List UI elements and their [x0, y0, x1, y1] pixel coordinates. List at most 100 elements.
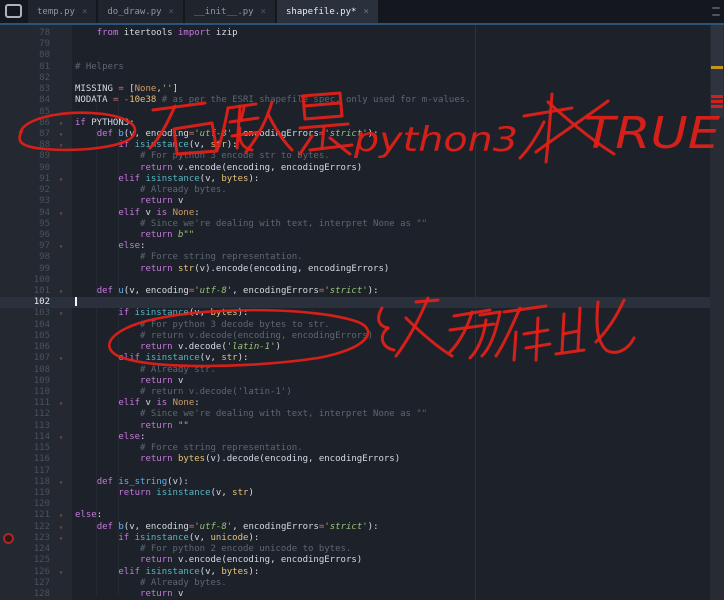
line-number[interactable]: 81 [16, 62, 50, 73]
fold-arrow-icon[interactable]: ▾ [50, 118, 72, 129]
code-line-110[interactable]: 110 # return v.decode('latin-1') [0, 387, 710, 398]
line-number[interactable]: 96 [16, 230, 50, 241]
tab-shapefile-py[interactable]: shapefile.py*× [277, 0, 378, 23]
tab-close-icon[interactable]: × [363, 7, 368, 17]
line-number[interactable]: 100 [16, 275, 50, 286]
line-number[interactable]: 94 [16, 208, 50, 219]
line-number[interactable]: 124 [16, 544, 50, 555]
code-line-99[interactable]: 99 return str(v).encode(encoding, encodi… [0, 264, 710, 275]
code-line-95[interactable]: 95 # Since we're dealing with text, inte… [0, 219, 710, 230]
line-number[interactable]: 85 [16, 107, 50, 118]
line-number[interactable]: 108 [16, 365, 50, 376]
code-line-116[interactable]: 116 return bytes(v).decode(encoding, enc… [0, 454, 710, 465]
tab-close-icon[interactable]: × [261, 7, 266, 17]
line-number[interactable]: 90 [16, 163, 50, 174]
line-number[interactable]: 88 [16, 140, 50, 151]
line-number[interactable]: 111 [16, 398, 50, 409]
line-number[interactable]: 127 [16, 578, 50, 589]
code-line-86[interactable]: 86▾if PYTHON3: [0, 118, 710, 129]
code-line-94[interactable]: 94▾ elif v is None: [0, 208, 710, 219]
fold-arrow-icon[interactable]: ▾ [50, 510, 72, 521]
code-line-109[interactable]: 109 return v [0, 376, 710, 387]
code-line-88[interactable]: 88▾ if isinstance(v, str): [0, 140, 710, 151]
line-number[interactable]: 97 [16, 241, 50, 252]
code-line-114[interactable]: 114▾ else: [0, 432, 710, 443]
code-line-127[interactable]: 127 # Already bytes. [0, 578, 710, 589]
line-number[interactable]: 119 [16, 488, 50, 499]
code-line-78[interactable]: 78 from itertools import izip [0, 28, 710, 39]
line-number[interactable]: 116 [16, 454, 50, 465]
line-number[interactable]: 99 [16, 264, 50, 275]
code-line-101[interactable]: 101▾ def u(v, encoding='utf-8', encoding… [0, 286, 710, 297]
code-line-97[interactable]: 97▾ else: [0, 241, 710, 252]
line-number[interactable]: 95 [16, 219, 50, 230]
line-number[interactable]: 106 [16, 342, 50, 353]
code-line-83[interactable]: 83MISSING = [None,''] [0, 84, 710, 95]
line-number[interactable]: 107 [16, 353, 50, 364]
code-line-91[interactable]: 91▾ elif isinstance(v, bytes): [0, 174, 710, 185]
line-number[interactable]: 125 [16, 555, 50, 566]
fold-arrow-icon[interactable]: ▾ [50, 522, 72, 533]
line-number[interactable]: 103 [16, 308, 50, 319]
code-line-108[interactable]: 108 # Already str. [0, 365, 710, 376]
code-line-104[interactable]: 104 # For python 3 decode bytes to str. [0, 320, 710, 331]
line-number[interactable]: 91 [16, 174, 50, 185]
code-line-93[interactable]: 93 return v [0, 196, 710, 207]
new-file-icon[interactable] [5, 4, 22, 18]
code-line-106[interactable]: 106 return v.decode('latin-1') [0, 342, 710, 353]
code-line-89[interactable]: 89 # For python 3 encode str to bytes. [0, 151, 710, 162]
scrollbar-track[interactable] [710, 25, 724, 600]
line-number[interactable]: 87 [16, 129, 50, 140]
code-line-111[interactable]: 111▾ elif v is None: [0, 398, 710, 409]
code-line-103[interactable]: 103▾ if isinstance(v, bytes): [0, 308, 710, 319]
line-number[interactable]: 110 [16, 387, 50, 398]
code-line-82[interactable]: 82 [0, 73, 710, 84]
fold-arrow-icon[interactable]: ▾ [50, 129, 72, 140]
code-line-96[interactable]: 96 return b"" [0, 230, 710, 241]
line-number[interactable]: 109 [16, 376, 50, 387]
line-number[interactable]: 128 [16, 589, 50, 600]
fold-arrow-icon[interactable]: ▾ [50, 353, 72, 364]
code-line-124[interactable]: 124 # For python 2 encode unicode to byt… [0, 544, 710, 555]
code-line-105[interactable]: 105 # return v.decode(encoding, encoding… [0, 331, 710, 342]
code-line-107[interactable]: 107▾ elif isinstance(v, str): [0, 353, 710, 364]
line-number[interactable]: 92 [16, 185, 50, 196]
code-line-121[interactable]: 121▾else: [0, 510, 710, 521]
tab-close-icon[interactable]: × [82, 7, 87, 17]
line-number[interactable]: 126 [16, 567, 50, 578]
line-number[interactable]: 78 [16, 28, 50, 39]
code-line-85[interactable]: 85 [0, 107, 710, 118]
code-line-81[interactable]: 81# Helpers [0, 62, 710, 73]
tab-init-py[interactable]: __init__.py× [185, 0, 275, 23]
code-line-87[interactable]: 87▾ def b(v, encoding='utf-8', encodingE… [0, 129, 710, 140]
line-number[interactable]: 118 [16, 477, 50, 488]
fold-arrow-icon[interactable]: ▾ [50, 286, 72, 297]
line-number[interactable]: 115 [16, 443, 50, 454]
tab-do-draw-py[interactable]: do_draw.py× [98, 0, 183, 23]
line-number[interactable]: 101 [16, 286, 50, 297]
line-number[interactable]: 104 [16, 320, 50, 331]
code-line-79[interactable]: 79 [0, 39, 710, 50]
fold-arrow-icon[interactable]: ▾ [50, 398, 72, 409]
code-line-128[interactable]: 128 return v [0, 589, 710, 600]
line-number[interactable]: 79 [16, 39, 50, 50]
fold-arrow-icon[interactable]: ▾ [50, 477, 72, 488]
code-line-98[interactable]: 98 # Force string representation. [0, 252, 710, 263]
code-line-90[interactable]: 90 return v.encode(encoding, encodingErr… [0, 163, 710, 174]
code-line-117[interactable]: 117 [0, 466, 710, 477]
line-number[interactable]: 102 [16, 297, 50, 308]
code-line-92[interactable]: 92 # Already bytes. [0, 185, 710, 196]
line-number[interactable]: 86 [16, 118, 50, 129]
line-number[interactable]: 121 [16, 510, 50, 521]
scrollbar-thumb[interactable] [711, 25, 723, 117]
code-line-120[interactable]: 120 [0, 499, 710, 510]
code-line-113[interactable]: 113 return "" [0, 421, 710, 432]
fold-arrow-icon[interactable]: ▾ [50, 567, 72, 578]
code-line-118[interactable]: 118▾ def is_string(v): [0, 477, 710, 488]
breakpoint-marker-icon[interactable] [3, 533, 14, 544]
fold-arrow-icon[interactable]: ▾ [50, 208, 72, 219]
line-number[interactable]: 120 [16, 499, 50, 510]
code-line-119[interactable]: 119 return isinstance(v, str) [0, 488, 710, 499]
line-number[interactable]: 114 [16, 432, 50, 443]
line-number[interactable]: 93 [16, 196, 50, 207]
